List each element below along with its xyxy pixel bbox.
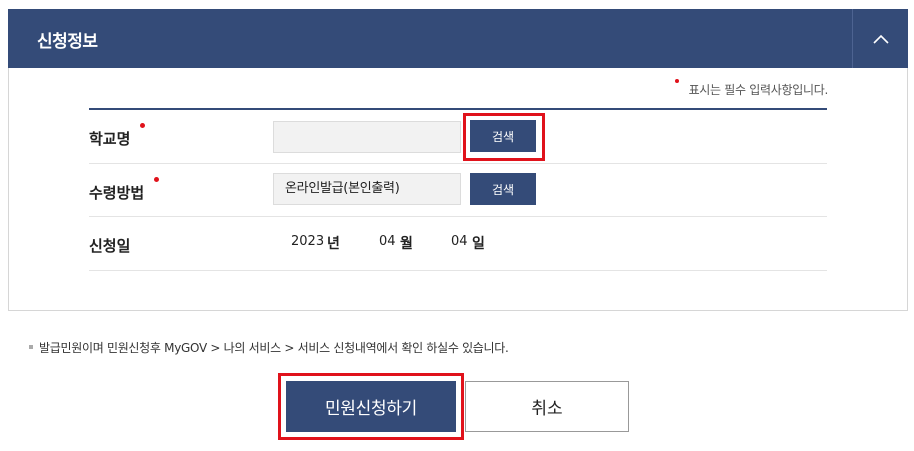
required-dot bbox=[674, 79, 679, 83]
panel-title: 신청정보 bbox=[37, 32, 98, 52]
cancel-button[interactable]: 취소 bbox=[465, 381, 629, 432]
school-search-button[interactable]: 검색 bbox=[470, 120, 536, 152]
date-year-unit: 년 bbox=[327, 236, 340, 252]
date-year: 2023 bbox=[291, 234, 325, 249]
form-row-method: 수령방법 온라인발급(본인출력) 검색 bbox=[89, 164, 827, 217]
receive-method-value: 온라인발급(본인출력) bbox=[273, 173, 461, 205]
bullet-icon bbox=[29, 344, 33, 349]
info-note: 발급민원이며 민원신청후 MyGOV > 나의 서비스 > 서비스 신청내역에서… bbox=[29, 339, 509, 356]
form-row-date: 신청일 2023 년 04 월 04 일 bbox=[89, 217, 827, 271]
required-note-text: 표시는 필수 입력사항입니다. bbox=[688, 83, 829, 97]
submit-application-button[interactable]: 민원신청하기 bbox=[286, 381, 456, 432]
date-month: 04 bbox=[379, 234, 396, 249]
date-month-unit: 월 bbox=[400, 236, 413, 252]
date-day: 04 bbox=[451, 234, 468, 249]
required-dot bbox=[154, 177, 159, 182]
required-dot bbox=[140, 123, 145, 128]
date-day-unit: 일 bbox=[472, 236, 485, 252]
apply-date-label: 신청일 bbox=[89, 237, 131, 255]
receive-method-label: 수령방법 bbox=[89, 184, 145, 202]
school-name-input[interactable] bbox=[273, 121, 461, 153]
collapse-button[interactable] bbox=[852, 9, 908, 68]
form-row-school: 학교명 검색 bbox=[89, 110, 827, 164]
info-note-text: 발급민원이며 민원신청후 MyGOV > 나의 서비스 > 서비스 신청내역에서… bbox=[39, 341, 509, 355]
chevron-up-icon bbox=[872, 34, 889, 44]
form-table: 학교명 검색 수령방법 온라인발급(본인출력) 검색 신청일 2023 년 04… bbox=[89, 108, 827, 271]
panel-header: 신청정보 bbox=[8, 9, 908, 68]
method-search-button[interactable]: 검색 bbox=[470, 173, 536, 205]
school-name-label: 학교명 bbox=[89, 130, 131, 148]
required-note: 표시는 필수 입력사항입니다. bbox=[674, 79, 829, 98]
